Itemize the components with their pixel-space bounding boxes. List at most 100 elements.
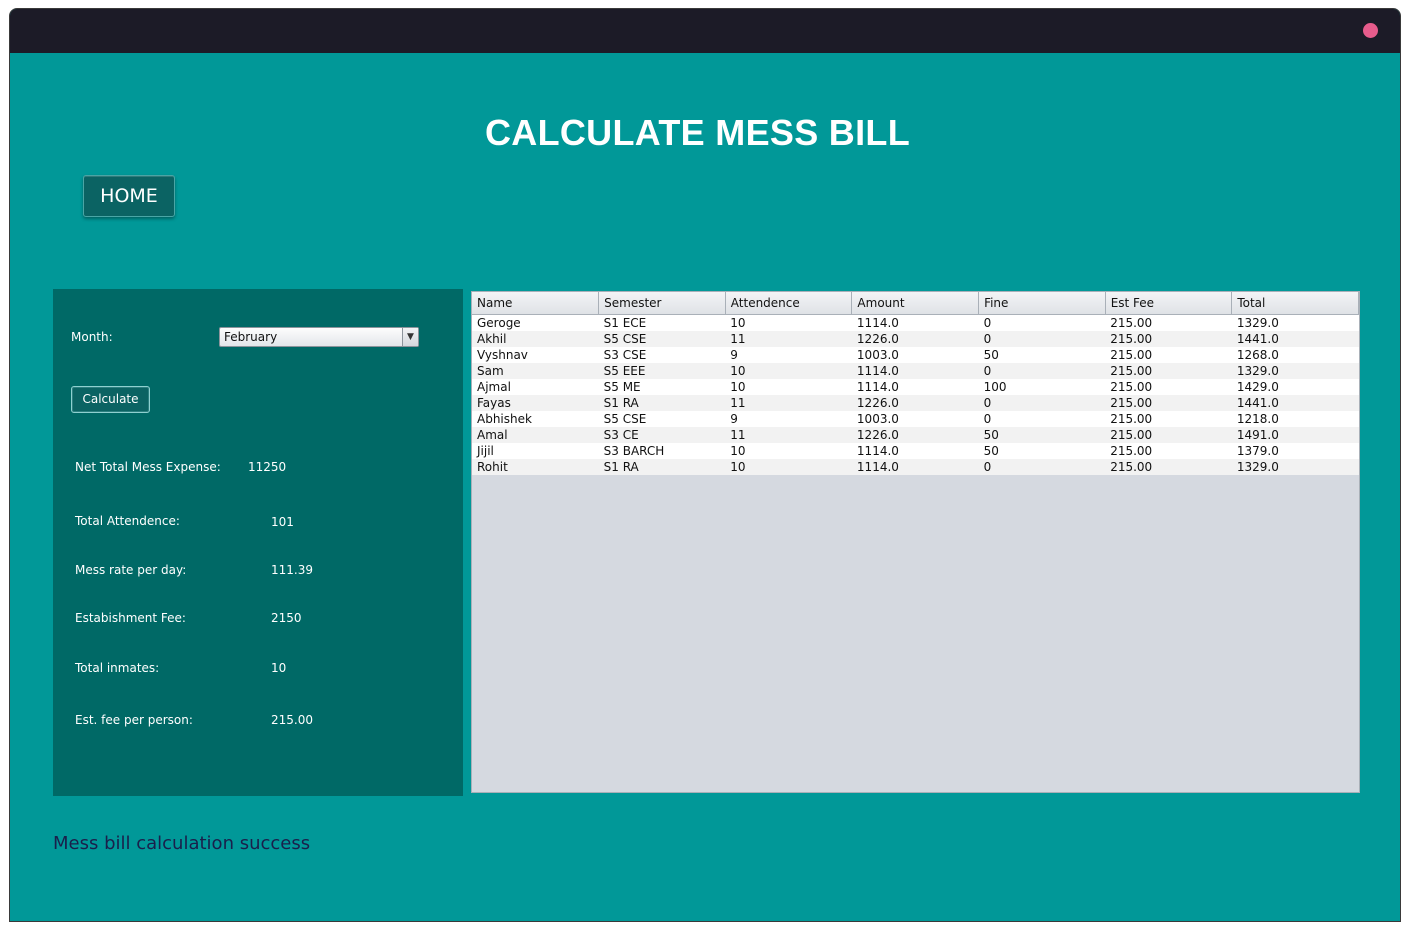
table-cell[interactable]: 10	[725, 459, 852, 475]
table-cell[interactable]: 10	[725, 363, 852, 379]
table-cell[interactable]: 1429.0	[1232, 379, 1359, 395]
table-cell[interactable]: Sam	[472, 363, 599, 379]
table-cell[interactable]: 0	[979, 411, 1106, 427]
table-cell[interactable]: 0	[979, 395, 1106, 411]
table-cell[interactable]: 50	[979, 443, 1106, 459]
table-cell[interactable]: S5 CSE	[599, 331, 726, 347]
calculate-button[interactable]: Calculate	[71, 386, 150, 413]
app-window: CALCULATE MESS BILL HOME Month: February…	[9, 8, 1401, 922]
table-row[interactable]: Abhishek S5 CSE 9 1003.0 0 215.00 1218.0	[472, 410, 1359, 427]
table-cell[interactable]: S1 RA	[599, 459, 726, 475]
table-cell[interactable]: 10	[725, 443, 852, 459]
table-cell[interactable]: 1218.0	[1232, 411, 1359, 427]
table-row[interactable]: Ajmal S5 ME 10 1114.0 100 215.00 1429.0	[472, 378, 1359, 395]
table-cell[interactable]: 215.00	[1105, 363, 1232, 379]
table-cell[interactable]: 1329.0	[1232, 363, 1359, 379]
table-cell[interactable]: 215.00	[1105, 395, 1232, 411]
table-cell[interactable]: 215.00	[1105, 411, 1232, 427]
table-cell[interactable]: Ajmal	[472, 379, 599, 395]
table-cell[interactable]: 1114.0	[852, 443, 979, 459]
table-cell[interactable]: S5 ME	[599, 379, 726, 395]
table-cell[interactable]: 215.00	[1105, 331, 1232, 347]
table-cell[interactable]: 1226.0	[852, 427, 979, 443]
table-cell[interactable]: 10	[725, 314, 852, 331]
status-message: Mess bill calculation success	[53, 833, 311, 854]
table-cell[interactable]: 50	[979, 347, 1106, 363]
table-row[interactable]: Vyshnav S3 CSE 9 1003.0 50 215.00 1268.0	[472, 346, 1359, 363]
table-cell[interactable]: 1329.0	[1232, 459, 1359, 475]
table-cell[interactable]: 0	[979, 314, 1106, 331]
table-cell[interactable]: 100	[979, 379, 1106, 395]
table-cell[interactable]: 1003.0	[852, 411, 979, 427]
table-cell[interactable]: 1441.0	[1232, 395, 1359, 411]
table-cell[interactable]: Akhil	[472, 331, 599, 347]
title-bar[interactable]	[10, 9, 1400, 53]
table-row[interactable]: Amal S3 CE 11 1226.0 50 215.00 1491.0	[472, 426, 1359, 443]
table-cell[interactable]: S5 CSE	[599, 411, 726, 427]
table-cell[interactable]: 1268.0	[1232, 347, 1359, 363]
table-cell[interactable]: 215.00	[1105, 443, 1232, 459]
table-cell[interactable]: 1491.0	[1232, 427, 1359, 443]
chevron-down-icon[interactable]: ▼	[402, 328, 418, 346]
bill-table[interactable]: Name Semester Attendence Amount Fine Est…	[472, 292, 1359, 475]
table-cell[interactable]: 50	[979, 427, 1106, 443]
table-row[interactable]: Sam S5 EEE 10 1114.0 0 215.00 1329.0	[472, 362, 1359, 379]
table-cell[interactable]: 215.00	[1105, 347, 1232, 363]
column-header-name[interactable]: Name	[472, 292, 600, 315]
table-row[interactable]: Jijil S3 BARCH 10 1114.0 50 215.00 1379.0	[472, 442, 1359, 459]
table-cell[interactable]: 1329.0	[1232, 314, 1359, 331]
table-cell[interactable]: 215.00	[1105, 427, 1232, 443]
table-cell[interactable]: 215.00	[1105, 379, 1232, 395]
table-cell[interactable]: 0	[979, 331, 1106, 347]
table-cell[interactable]: S3 CSE	[599, 347, 726, 363]
table-cell[interactable]: 1441.0	[1232, 331, 1359, 347]
table-cell[interactable]: 0	[979, 363, 1106, 379]
table-cell[interactable]: 0	[979, 459, 1106, 475]
table-row[interactable]: Akhil S5 CSE 11 1226.0 0 215.00 1441.0	[472, 330, 1359, 347]
table-row[interactable]: Rohit S1 RA 10 1114.0 0 215.00 1329.0	[472, 458, 1359, 475]
column-header-fine[interactable]: Fine	[978, 292, 1106, 315]
table-cell[interactable]: 1114.0	[852, 379, 979, 395]
table-cell[interactable]: 215.00	[1105, 314, 1232, 331]
column-header-attendence[interactable]: Attendence	[725, 292, 853, 315]
table-body: Geroge S1 ECE 10 1114.0 0 215.00 1329.0 Akhil S5…	[472, 314, 1359, 475]
table-cell[interactable]: 1379.0	[1232, 443, 1359, 459]
table-cell[interactable]: 1114.0	[852, 314, 979, 331]
table-cell[interactable]: Fayas	[472, 395, 599, 411]
table-cell[interactable]: S3 CE	[599, 427, 726, 443]
table-cell[interactable]: S5 EEE	[599, 363, 726, 379]
column-header-est-fee[interactable]: Est Fee	[1105, 292, 1233, 315]
table-cell[interactable]: 215.00	[1105, 459, 1232, 475]
table-cell[interactable]: Geroge	[472, 314, 599, 331]
table-cell[interactable]: Jijil	[472, 443, 599, 459]
month-select[interactable]: February ▼	[219, 327, 419, 347]
table-cell[interactable]: Abhishek	[472, 411, 599, 427]
table-cell[interactable]: Rohit	[472, 459, 599, 475]
table-cell[interactable]: Amal	[472, 427, 599, 443]
bill-table-scrollpane[interactable]: Name Semester Attendence Amount Fine Est…	[471, 291, 1360, 793]
table-cell[interactable]: S1 RA	[599, 395, 726, 411]
column-header-semester[interactable]: Semester	[598, 292, 726, 315]
close-window-button[interactable]	[1363, 23, 1378, 38]
table-cell[interactable]: 11	[725, 395, 852, 411]
home-button[interactable]: HOME	[83, 175, 175, 217]
mess-rate-label: Mess rate per day:	[75, 563, 187, 577]
table-cell[interactable]: 9	[725, 347, 852, 363]
column-header-total[interactable]: Total	[1231, 292, 1359, 315]
table-cell[interactable]: S1 ECE	[599, 314, 726, 331]
table-cell[interactable]: 1226.0	[852, 395, 979, 411]
table-row[interactable]: Fayas S1 RA 11 1226.0 0 215.00 1441.0	[472, 394, 1359, 411]
table-cell[interactable]: 9	[725, 411, 852, 427]
table-cell[interactable]: 10	[725, 379, 852, 395]
column-header-amount[interactable]: Amount	[851, 292, 980, 315]
table-cell[interactable]: S3 BARCH	[599, 443, 726, 459]
table-cell[interactable]: 1003.0	[852, 347, 979, 363]
table-cell[interactable]: 11	[725, 331, 852, 347]
table-cell[interactable]: 1114.0	[852, 459, 979, 475]
table-row[interactable]: Geroge S1 ECE 10 1114.0 0 215.00 1329.0	[472, 314, 1359, 331]
page-title: CALCULATE MESS BILL	[484, 112, 910, 153]
table-cell[interactable]: 1114.0	[852, 363, 979, 379]
table-cell[interactable]: 1226.0	[852, 331, 979, 347]
table-cell[interactable]: Vyshnav	[472, 347, 599, 363]
table-cell[interactable]: 11	[725, 427, 852, 443]
